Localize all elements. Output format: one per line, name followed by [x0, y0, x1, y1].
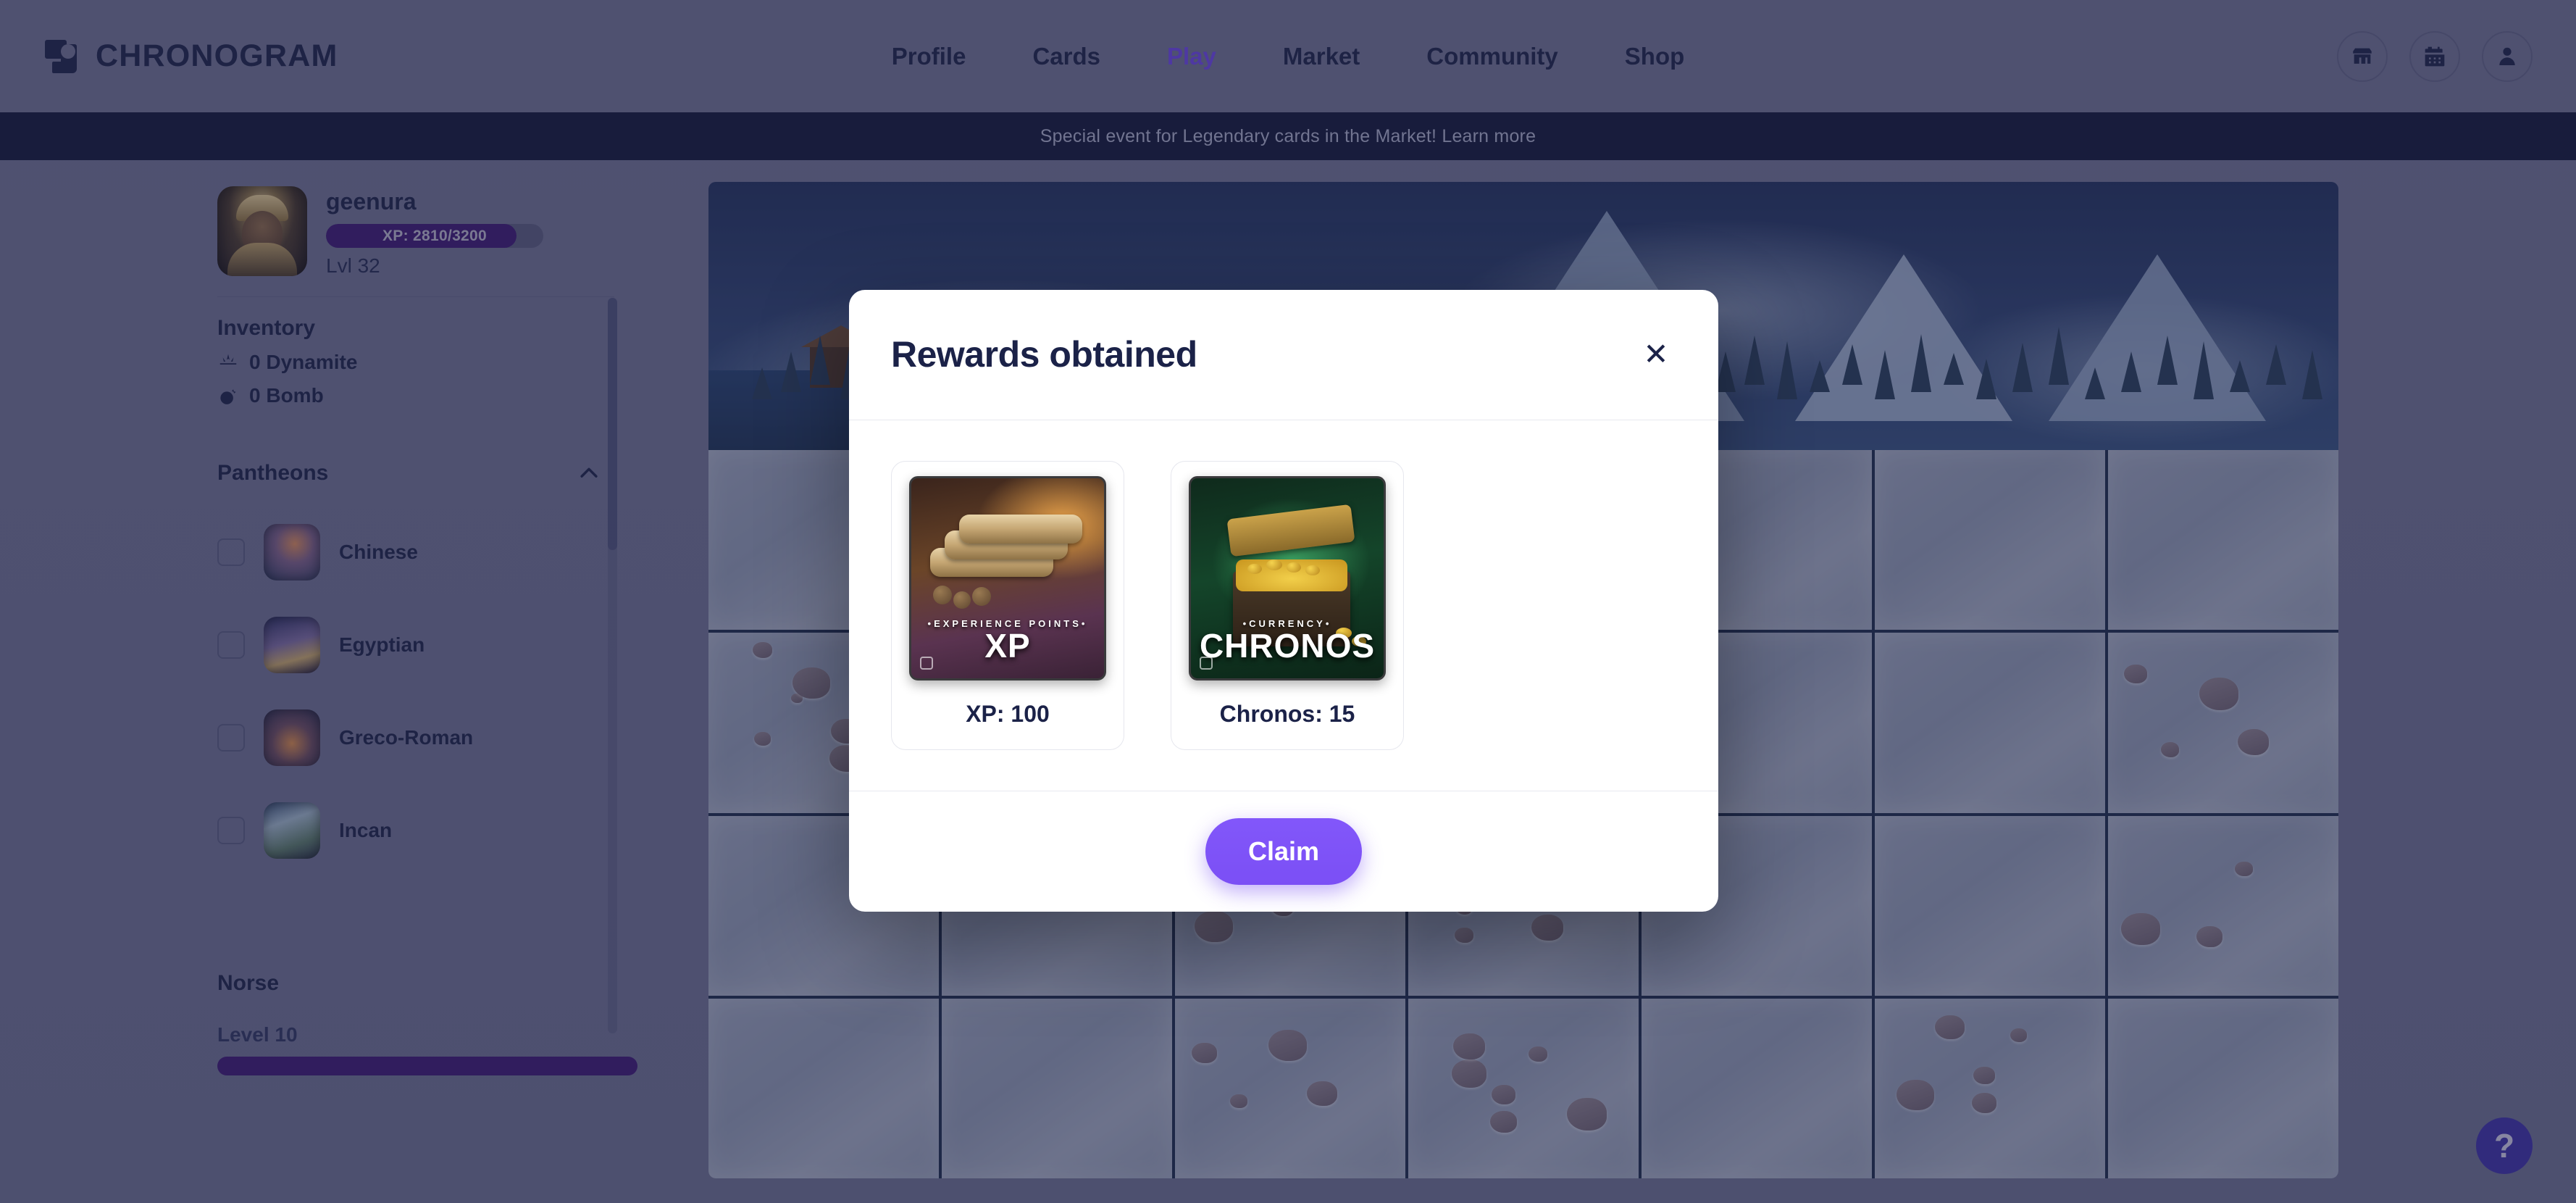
card-badge-icon — [920, 656, 933, 670]
rewards-modal: Rewards obtained ✕ •EXPERIENCE POINTS• X… — [849, 290, 1718, 912]
close-icon: ✕ — [1643, 337, 1669, 372]
close-button[interactable]: ✕ — [1636, 334, 1676, 375]
modal-header: Rewards obtained ✕ — [849, 290, 1718, 420]
app-root: CHRONOGRAM Profile Cards Play Market Com… — [0, 0, 2576, 1203]
xp-scrolls-art: •EXPERIENCE POINTS• XP — [909, 475, 1106, 680]
chronos-treasure-art: •CURRENCY• CHRONOS — [1189, 475, 1386, 680]
reward-label: XP: 100 — [966, 700, 1050, 727]
claim-button[interactable]: Claim — [1205, 817, 1362, 885]
modal-body: •EXPERIENCE POINTS• XP XP: 100 •CURRENCY… — [849, 420, 1718, 791]
art-name: XP — [984, 626, 1031, 665]
modal-title: Rewards obtained — [891, 334, 1197, 375]
reward-card-xp[interactable]: •EXPERIENCE POINTS• XP XP: 100 — [891, 460, 1124, 750]
card-badge-icon — [1200, 656, 1213, 670]
art-name: CHRONOS — [1199, 626, 1376, 665]
modal-footer: Claim — [849, 790, 1718, 912]
reward-label: Chronos: 15 — [1219, 700, 1355, 727]
reward-card-chronos[interactable]: •CURRENCY• CHRONOS Chronos: 15 — [1171, 460, 1404, 750]
